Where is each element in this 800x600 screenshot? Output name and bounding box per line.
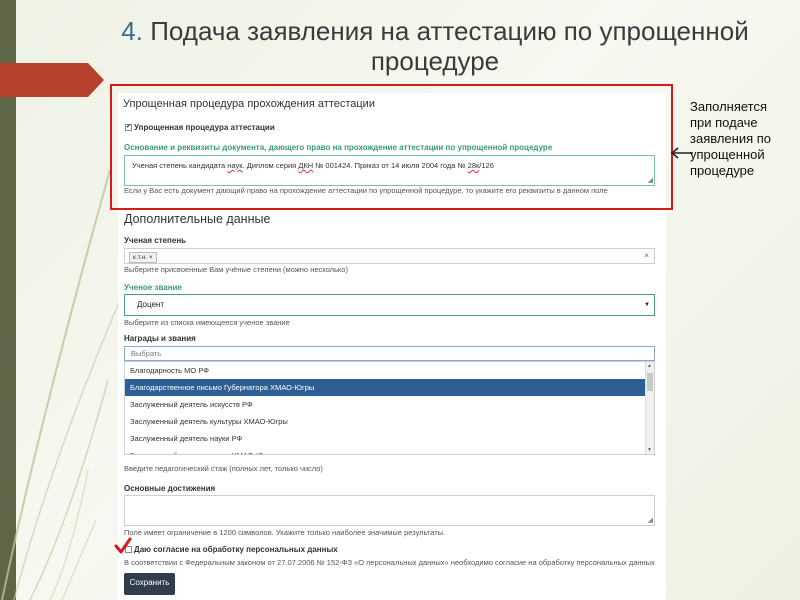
achievements-label: Основные достижения	[124, 484, 216, 493]
rank-select[interactable]: Доцент ▼	[124, 294, 655, 316]
rank-value: Доцент	[137, 300, 164, 309]
awards-search-input[interactable]: Выбрать	[124, 346, 655, 361]
consent-label: Даю согласие на обработку персональных д…	[134, 545, 338, 554]
save-button[interactable]: Сохранить	[124, 573, 175, 595]
scroll-down-icon[interactable]: ▼	[647, 447, 652, 453]
dropdown-option[interactable]: Заслуженный деятель искусств РФ	[125, 396, 646, 413]
clear-icon[interactable]: ×	[644, 251, 649, 260]
achievements-help: Поле имеет ограничение в 1200 символов. …	[124, 528, 446, 537]
rank-help: Выберите из списка имеющееся ученое зван…	[124, 318, 290, 327]
degree-help: Выберите присвоенные Вам учёные степени …	[124, 265, 348, 274]
dropdown-option[interactable]: Благодарность МО РФ	[125, 362, 646, 379]
rank-label: Ученое звание	[124, 283, 182, 292]
awards-label: Награды и звания	[124, 334, 196, 343]
degree-tag[interactable]: к.т.н. ×	[129, 252, 157, 263]
dropdown-option-selected[interactable]: Благодарственное письмо Губернатора ХМАО…	[125, 379, 646, 396]
side-note: Заполняется при подаче заявления по упро…	[690, 99, 772, 178]
dropdown-scrollbar[interactable]: ▲ ▼	[645, 362, 654, 454]
scroll-up-icon[interactable]: ▲	[647, 363, 652, 369]
red-checkmark-icon	[114, 537, 132, 554]
dropdown-option[interactable]: Заслуженный деятель науки ХМАО-Югры	[125, 447, 646, 454]
consent-help: В соответствии с Федеральным законом от …	[124, 558, 655, 567]
experience-help: Введите педагогический стаж (полных лет,…	[124, 464, 323, 473]
slide-title-number: 4.	[121, 16, 143, 46]
dropdown-option[interactable]: Заслуженный деятель культуры ХМАО-Югры	[125, 413, 646, 430]
scrollbar-thumb[interactable]	[647, 373, 653, 391]
degree-label: Ученая степень	[124, 236, 187, 245]
dropdown-option[interactable]: Заслуженный деятель науки РФ	[125, 430, 646, 447]
slide-title: 4. Подача заявления на аттестацию по упр…	[105, 16, 765, 76]
degree-multiselect[interactable]: к.т.н. × ×	[124, 248, 655, 264]
title-banner	[0, 63, 88, 97]
presentation-slide: 4. Подача заявления на аттестацию по упр…	[0, 0, 800, 600]
achievements-textarea[interactable]: ◢	[124, 495, 655, 526]
awards-dropdown-list[interactable]: Благодарность МО РФ Благодарственное пис…	[124, 361, 655, 455]
chevron-down-icon: ▼	[644, 302, 650, 308]
resize-handle-icon[interactable]: ◢	[648, 517, 653, 524]
highlight-frame	[110, 84, 673, 210]
title-banner-arrow	[88, 63, 104, 97]
slide-title-text: Подача заявления на аттестацию по упроще…	[150, 16, 749, 76]
additional-title: Дополнительные данные	[124, 212, 271, 226]
